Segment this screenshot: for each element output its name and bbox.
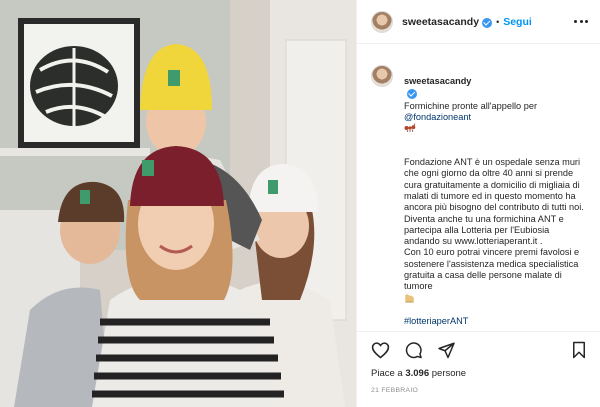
follow-button[interactable]: Segui: [503, 16, 532, 28]
comments-area[interactable]: sweetasacandy Formichine pronte all'appe…: [357, 44, 600, 331]
likes-suffix: persone: [429, 368, 467, 379]
verified-badge-icon: [482, 17, 493, 28]
heart-icon[interactable]: [371, 341, 390, 359]
more-options-icon[interactable]: [574, 20, 588, 23]
verified-badge-icon: [407, 88, 417, 99]
bookmark-icon[interactable]: [571, 341, 587, 359]
caption-intro: Formichine pronte all'appello per: [404, 100, 538, 111]
likes-prefix: Piace a: [371, 368, 406, 379]
caption-username[interactable]: sweetasacandy: [404, 76, 471, 86]
comment-icon[interactable]: [404, 341, 423, 359]
framed-picture: [18, 18, 140, 148]
post-photo-illustration: [0, 0, 356, 407]
post-actions: Piace a 3.096 persone 21 FEBBRAIO: [357, 331, 600, 407]
post-side-panel: sweetasacandy • Segui sweetasacandy Form…: [356, 0, 600, 407]
paper-plane-icon[interactable]: [437, 341, 456, 359]
hashtag-link[interactable]: #lotteriaperANT: [404, 316, 587, 327]
ant-emoji-icon: [404, 123, 416, 133]
post-photo[interactable]: [0, 0, 356, 407]
separator-dot: •: [496, 16, 500, 27]
post-date[interactable]: 21 FEBBRAIO: [371, 387, 587, 394]
caption-body: Fondazione ANT è un ospedale senza muri …: [404, 157, 584, 292]
username-link[interactable]: sweetasacandy: [402, 16, 479, 28]
caption: sweetasacandy Formichine pronte all'appe…: [357, 44, 600, 327]
post-header: sweetasacandy • Segui: [357, 0, 600, 44]
likes-count[interactable]: Piace a 3.096 persone: [371, 368, 587, 379]
ant-emoji-icon: [405, 293, 414, 303]
avatar[interactable]: [371, 10, 393, 33]
likes-number: 3.096: [405, 368, 430, 379]
caption-avatar[interactable]: [371, 65, 393, 87]
mention-link[interactable]: @fondazioneant: [404, 112, 471, 122]
